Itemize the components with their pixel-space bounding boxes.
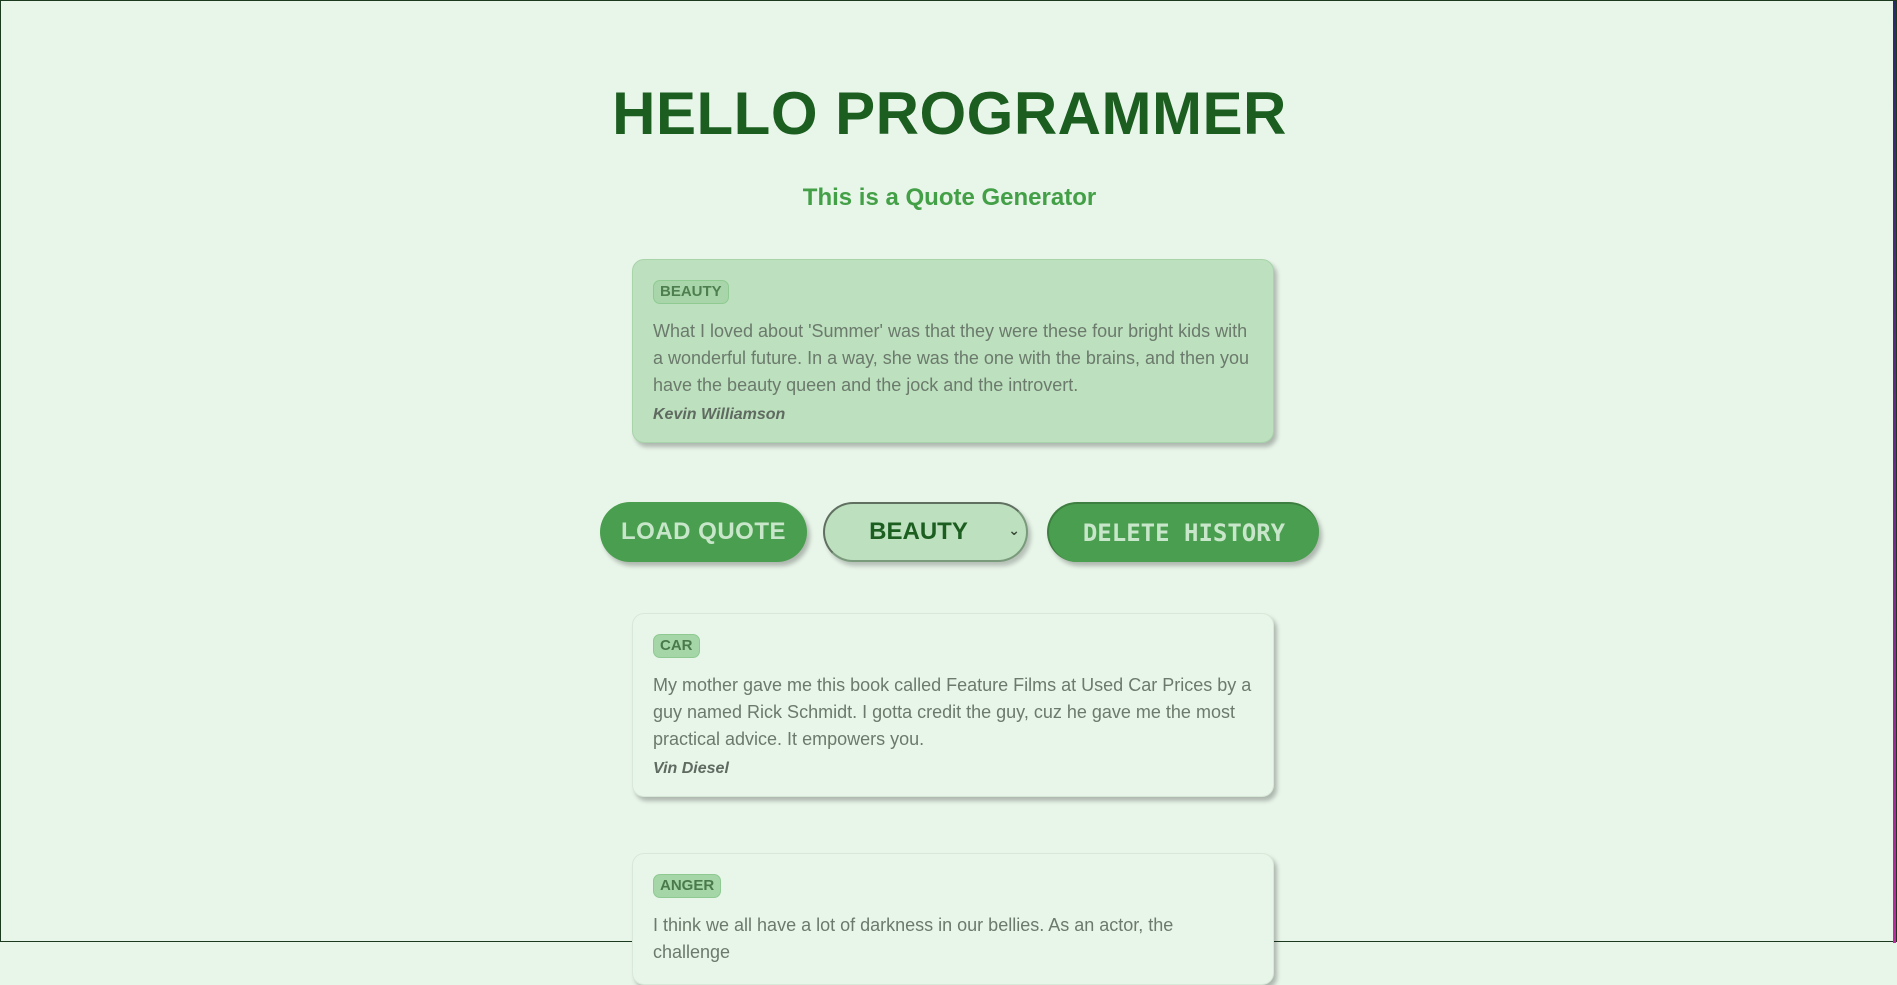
page-title: HELLO PROGRAMMER: [612, 80, 1287, 147]
quote-text: My mother gave me this book called Featu…: [653, 675, 1252, 749]
category-select-value: BEAUTY: [869, 518, 968, 545]
current-quote-card: BEAUTY What I loved about 'Summer' was t…: [632, 259, 1274, 443]
delete-history-button[interactable]: DELETE HISTORY: [1047, 502, 1319, 562]
quote-text: What I loved about 'Summer' was that the…: [653, 321, 1250, 395]
history-quote-card: ANGER I think we all have a lot of darkn…: [632, 853, 1274, 985]
quote-category-tag: ANGER: [653, 874, 722, 898]
history-quote-card: CAR My mother gave me this book called F…: [632, 613, 1274, 797]
load-quote-button[interactable]: LOAD QUOTE: [600, 502, 807, 562]
quote-author: Kevin Williamson: [653, 406, 786, 423]
page-subtitle: This is a Quote Generator: [802, 184, 1097, 211]
quote-author: Vin Diesel: [653, 760, 729, 777]
quote-category-tag: CAR: [653, 634, 700, 658]
category-select[interactable]: BEAUTY ⌄: [823, 502, 1028, 562]
chevron-down-icon: ⌄: [1008, 522, 1020, 538]
quote-category-tag: BEAUTY: [653, 280, 729, 304]
quote-text: I think we all have a lot of darkness in…: [653, 915, 1174, 962]
